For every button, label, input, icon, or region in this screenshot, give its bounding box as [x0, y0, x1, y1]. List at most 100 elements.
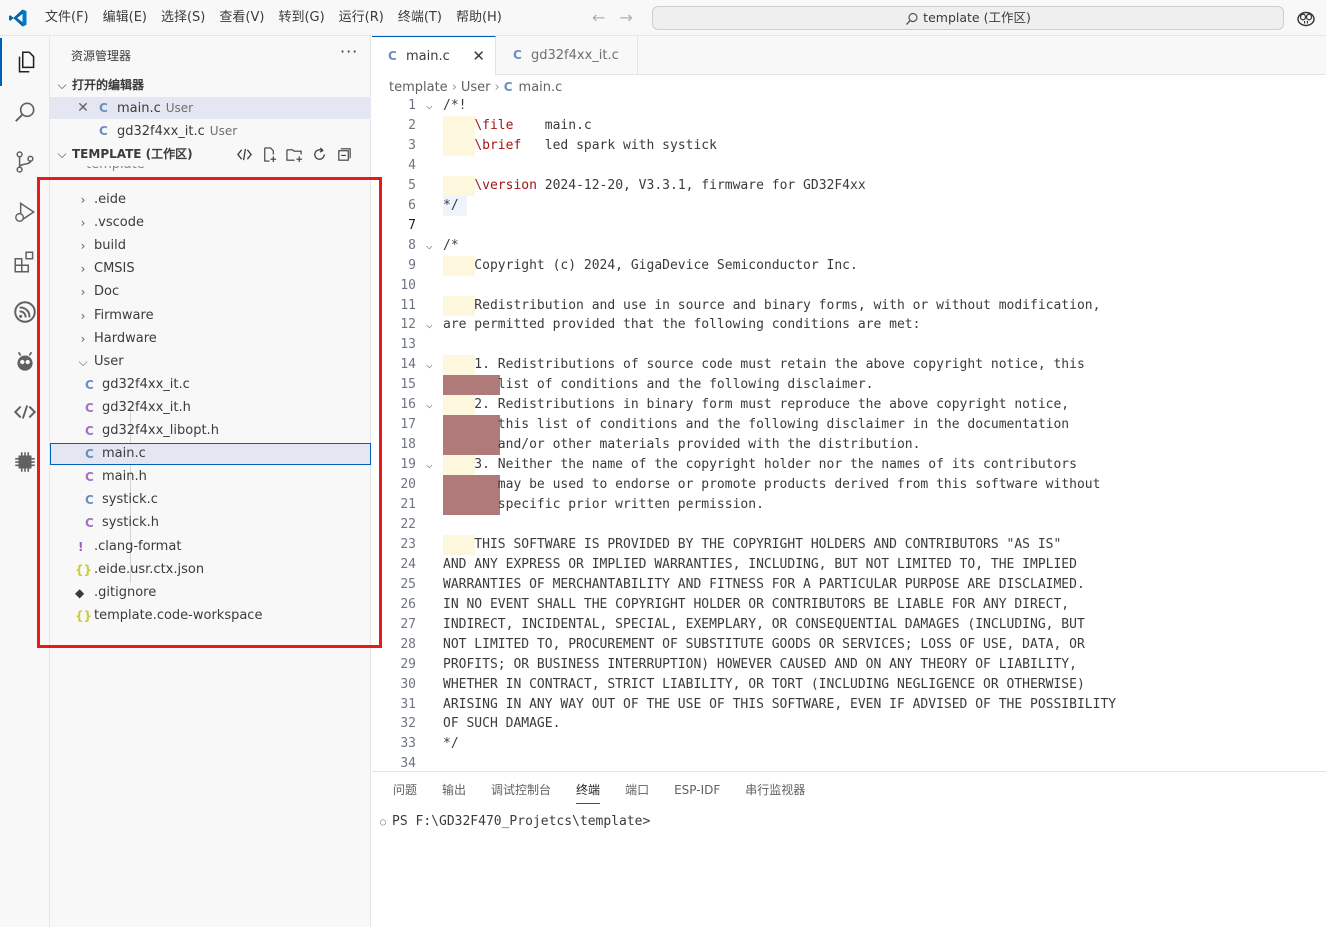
tree-file[interactable]: Cmain.h [50, 466, 371, 488]
tree-item-label: gd32f4xx_it.c [102, 377, 190, 392]
menu-item[interactable]: 编辑(E) [96, 0, 154, 36]
c-file-icon: C [99, 101, 108, 115]
refresh-icon[interactable] [311, 146, 328, 163]
explorer-activity[interactable] [0, 38, 50, 86]
tree-folder[interactable]: › Hardware [50, 328, 371, 350]
c-header-file-icon: C [85, 424, 94, 438]
search-activity[interactable] [0, 88, 50, 136]
run-debug-activity[interactable] [0, 188, 50, 236]
code-line: 1 ⌵ /*! [372, 96, 1326, 116]
workspace-header[interactable]: ⌵ TEMPLATE (工作区) [50, 143, 371, 165]
panel-tabs: 问题 输出 调试控制台 终端 端口 ESP-IDF 串行监视器 [393, 782, 830, 804]
panel-tab[interactable]: 输出 [442, 782, 466, 804]
code-text: and/or other materials provided with the… [443, 437, 921, 453]
code-text: 3. Neither the name of the copyright hol… [443, 457, 1077, 473]
code-text: WHETHER IN CONTRACT, STRICT LIABILITY, O… [443, 676, 1085, 692]
panel-tab[interactable]: 串行监视器 [745, 782, 805, 804]
forward-arrow-icon[interactable]: → [619, 8, 632, 27]
tree-file[interactable]: {} template.code-workspace [50, 605, 371, 627]
tree-folder[interactable]: › .eide [50, 189, 371, 211]
doc-keyword: \brief [474, 137, 522, 153]
line-number: 1 [408, 98, 416, 113]
command-center[interactable]: template (工作区) [652, 6, 1284, 30]
tree-file[interactable]: Cgd32f4xx_it.h [50, 397, 371, 419]
open-editor-item[interactable]: C gd32f4xx_it.c User [50, 120, 371, 142]
line-number: 20 [400, 477, 416, 493]
breadcrumb-item[interactable]: main.c [519, 80, 563, 95]
tree-file[interactable]: Cgd32f4xx_it.c [50, 374, 371, 396]
chevron-right-icon: › [80, 332, 86, 346]
line-number: 22 [400, 516, 416, 532]
fold-chevron-icon[interactable]: ⌵ [426, 96, 433, 116]
open-editors-header[interactable]: ⌵ 打开的编辑器 [50, 74, 371, 96]
menu-item[interactable]: 终端(T) [391, 0, 449, 36]
menu-item[interactable]: 查看(V) [212, 0, 271, 36]
fold-chevron-icon[interactable]: ⌵ [426, 236, 433, 256]
tree-folder[interactable]: › Doc [50, 281, 371, 303]
code-text: list of conditions and the following dis… [443, 377, 874, 393]
source-control-activity[interactable] [0, 138, 50, 186]
tree-folder[interactable]: ⌵ User [50, 351, 371, 373]
panel-tab[interactable]: 端口 [625, 782, 649, 804]
esp-idf-activity[interactable] [0, 288, 50, 336]
vscode-logo-icon [9, 9, 27, 27]
tree-item-label: User [94, 354, 124, 369]
more-actions-icon[interactable]: ··· [340, 42, 358, 61]
tree-item-label: main.c [102, 446, 146, 461]
close-icon[interactable]: ✕ [77, 97, 89, 119]
line-number: 31 [400, 696, 416, 712]
extensions-activity[interactable] [0, 238, 50, 286]
breadcrumb-item[interactable]: template [389, 80, 448, 95]
panel-tab[interactable]: 问题 [393, 782, 417, 804]
tree-file[interactable]: {} .eide.usr.ctx.json [50, 559, 371, 581]
tree-file[interactable]: ! .clang-format [50, 536, 371, 558]
tree-item-label: gd32f4xx_it.h [102, 400, 191, 415]
tree-folder[interactable]: › CMSIS [50, 258, 371, 280]
panel-tab[interactable]: 终端 [576, 782, 601, 804]
fold-chevron-icon[interactable]: ⌵ [426, 355, 433, 375]
tree-root-folder[interactable]: template [50, 166, 371, 176]
collapse-code-icon[interactable] [236, 146, 253, 163]
menu-item[interactable]: 运行(R) [332, 0, 391, 36]
line-number: 6 [408, 197, 416, 213]
tree-folder[interactable]: › build [50, 235, 371, 257]
menu-item[interactable]: 帮助(H) [449, 0, 509, 36]
panel-tab[interactable]: 调试控制台 [491, 782, 551, 804]
tab-main-c[interactable]: C main.c ✕ [372, 36, 496, 76]
remote-activity[interactable] [0, 388, 50, 436]
code-text: WARRANTIES OF MERCHANTABILITY AND FITNES… [443, 576, 1085, 592]
terminal-output[interactable]: ○ PS F:\GD32F470_Projetcs\template> [380, 814, 650, 829]
platformio-activity[interactable] [0, 338, 50, 386]
collapse-all-icon[interactable] [336, 146, 353, 163]
new-file-icon[interactable] [261, 146, 278, 163]
menu-item[interactable]: 文件(F) [38, 0, 96, 36]
fold-chevron-icon[interactable]: ⌵ [426, 395, 433, 415]
copilot-icon[interactable] [1296, 8, 1316, 28]
line-number: 8 [408, 237, 416, 253]
tree-file[interactable]: Csystick.h [50, 512, 371, 534]
open-editor-item[interactable]: ✕ C main.c User [50, 97, 371, 119]
code-text: this list of conditions and the followin… [443, 417, 1070, 433]
breadcrumb-item[interactable]: User [461, 80, 491, 95]
close-icon[interactable]: ✕ [472, 37, 485, 76]
code-editor[interactable]: 1 ⌵/*! 2 \file main.c 3 \brief led spark wi… [372, 96, 1326, 771]
back-arrow-icon[interactable]: ← [592, 8, 605, 27]
tree-folder[interactable]: › Firmware [50, 305, 371, 327]
tab-gd32f4xx-it-c[interactable]: C gd32f4xx_it.c [497, 36, 638, 75]
code-text: 2. Redistributions in binary form must r… [443, 397, 1070, 413]
tree-file[interactable]: Csystick.c [50, 489, 371, 511]
tree-file[interactable]: Cgd32f4xx_libopt.h [50, 420, 371, 442]
tree-file[interactable]: ◆ .gitignore [50, 582, 371, 604]
new-folder-icon[interactable] [286, 146, 303, 163]
panel-tab[interactable]: ESP-IDF [674, 782, 720, 804]
c-header-file-icon: C [85, 516, 94, 530]
tree-folder[interactable]: › .vscode [50, 212, 371, 234]
line-number: 13 [400, 337, 416, 353]
fold-chevron-icon[interactable]: ⌵ [426, 455, 433, 475]
menu-item[interactable]: 选择(S) [154, 0, 212, 36]
menu-item[interactable]: 转到(G) [271, 0, 331, 36]
fold-chevron-icon[interactable]: ⌵ [426, 315, 433, 335]
chip-activity[interactable] [0, 438, 50, 486]
tree-file[interactable]: Cmain.c [50, 443, 371, 465]
code-text: INDIRECT, INCIDENTAL, SPECIAL, EXEMPLARY… [443, 616, 1085, 632]
